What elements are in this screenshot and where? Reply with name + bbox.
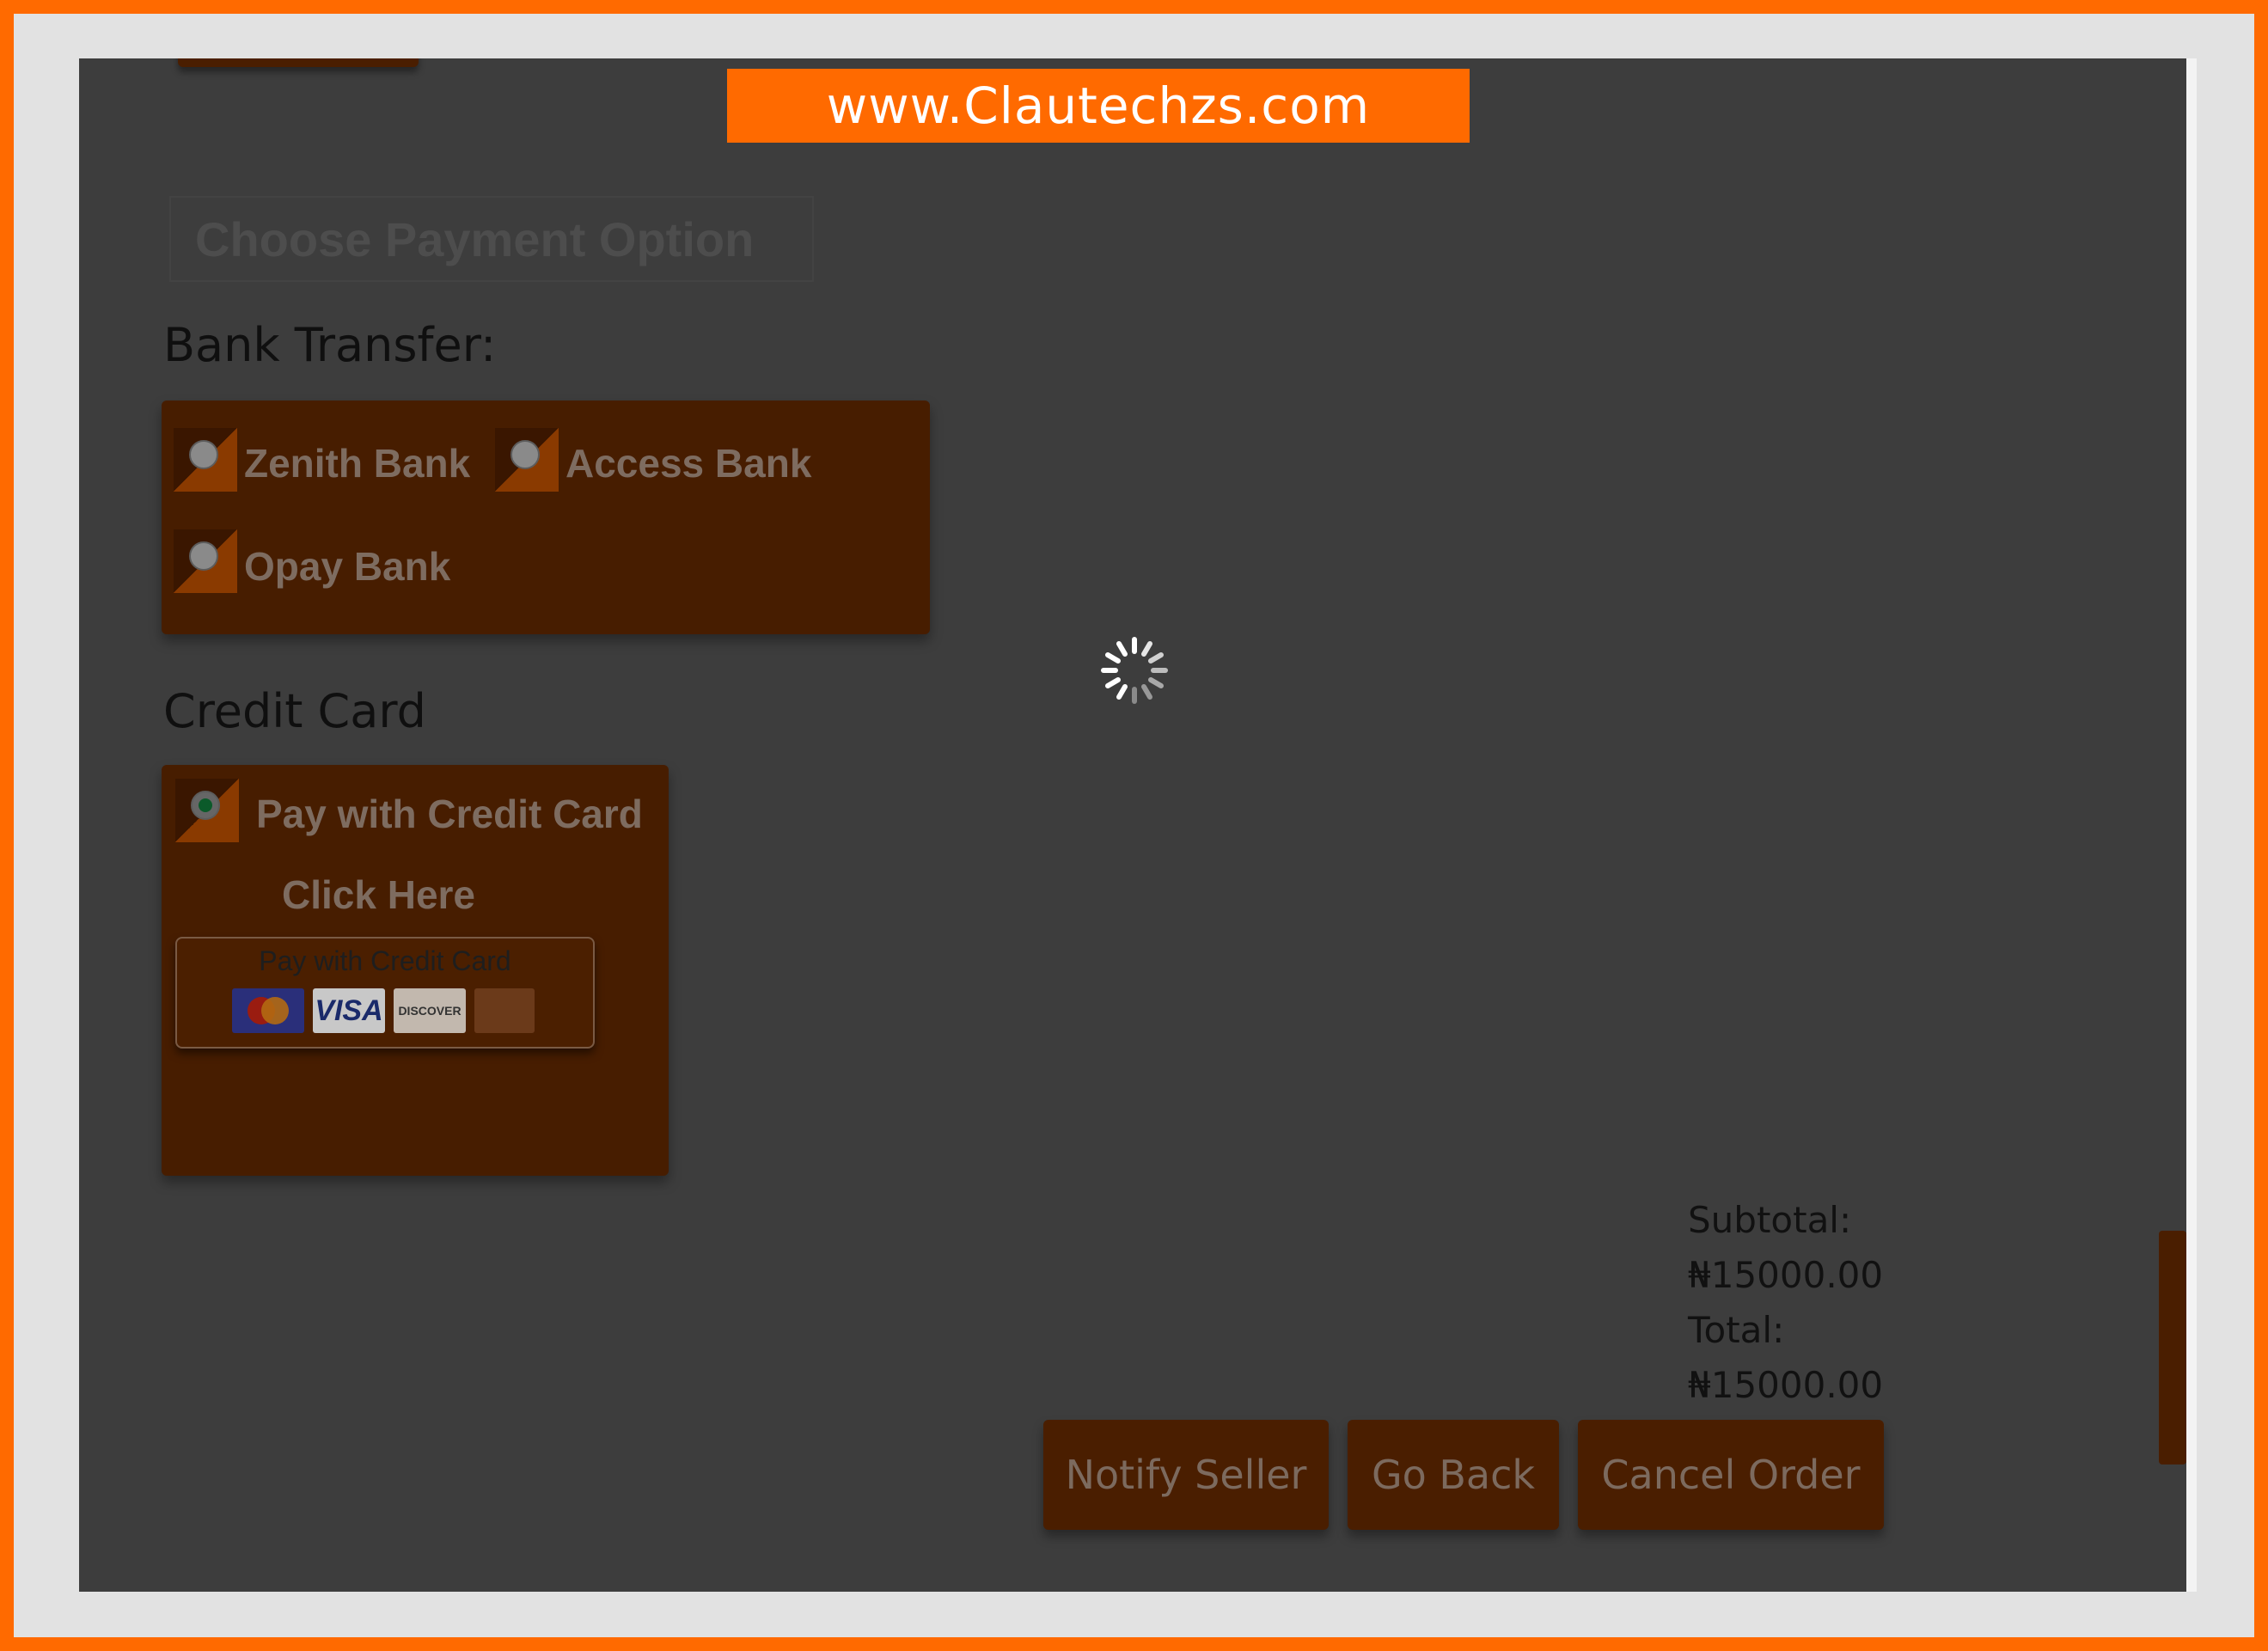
click-here-link[interactable]: Click Here (282, 871, 475, 918)
total-value: ₦15000.00 (1688, 1364, 1884, 1406)
payment-option-placeholder: Choose Payment Option (195, 211, 755, 266)
pay-with-credit-card-button[interactable]: Pay with Credit Card VISA DISCOVER (175, 937, 595, 1049)
credit-card-title: Credit Card (163, 684, 426, 738)
subtotal-value: ₦15000.00 (1688, 1254, 1884, 1296)
subtotal-label: Subtotal: (1688, 1199, 1852, 1241)
opay-radio-wrapper[interactable] (174, 529, 237, 593)
visa-logo: VISA (313, 988, 385, 1033)
access-bank-label[interactable]: Access Bank (565, 440, 811, 486)
credit-card-radio[interactable] (191, 791, 220, 820)
pay-with-credit-card-button-label: Pay with Credit Card (259, 945, 511, 976)
payment-option-select[interactable]: Choose Payment Option (169, 196, 814, 282)
page-viewport: Choose Payment Option Bank Transfer: Zen… (79, 58, 2186, 1592)
site-watermark-banner: www.Clautechzs.com (727, 69, 1470, 143)
discover-logo-text: DISCOVER (398, 1004, 462, 1018)
loading-spinner-icon (1101, 637, 1168, 704)
top-button-partial[interactable] (178, 58, 419, 67)
zenith-bank-radio[interactable] (189, 440, 218, 469)
cancel-order-button[interactable]: Cancel Order (1578, 1420, 1884, 1530)
amex-logo (474, 988, 535, 1033)
site-watermark-text: www.Clautechzs.com (826, 76, 1371, 135)
bank-transfer-title: Bank Transfer: (163, 318, 497, 372)
notify-seller-button[interactable]: Notify Seller (1043, 1420, 1329, 1530)
side-scroll-tab[interactable] (2159, 1231, 2186, 1464)
viewport-edge (2186, 58, 2197, 1592)
discover-logo: DISCOVER (394, 988, 466, 1033)
mastercard-logo (232, 988, 304, 1033)
opay-bank-radio[interactable] (189, 541, 218, 571)
access-radio-wrapper[interactable] (495, 428, 559, 492)
access-bank-radio[interactable] (510, 440, 540, 469)
total-label: Total: (1688, 1309, 1785, 1351)
go-back-button[interactable]: Go Back (1348, 1420, 1559, 1530)
opay-bank-label[interactable]: Opay Bank (244, 543, 450, 590)
zenith-bank-label[interactable]: Zenith Bank (244, 440, 470, 486)
zenith-radio-wrapper[interactable] (174, 428, 237, 492)
bank-transfer-panel: Zenith Bank Access Bank Opay Bank (162, 401, 930, 634)
credit-card-option-label[interactable]: Pay with Credit Card (256, 791, 643, 837)
credit-card-radio-wrapper[interactable] (175, 779, 239, 842)
visa-logo-text: VISA (315, 994, 383, 1027)
order-totals: Subtotal: ₦15000.00 Total: ₦15000.00 (1688, 1193, 1883, 1413)
